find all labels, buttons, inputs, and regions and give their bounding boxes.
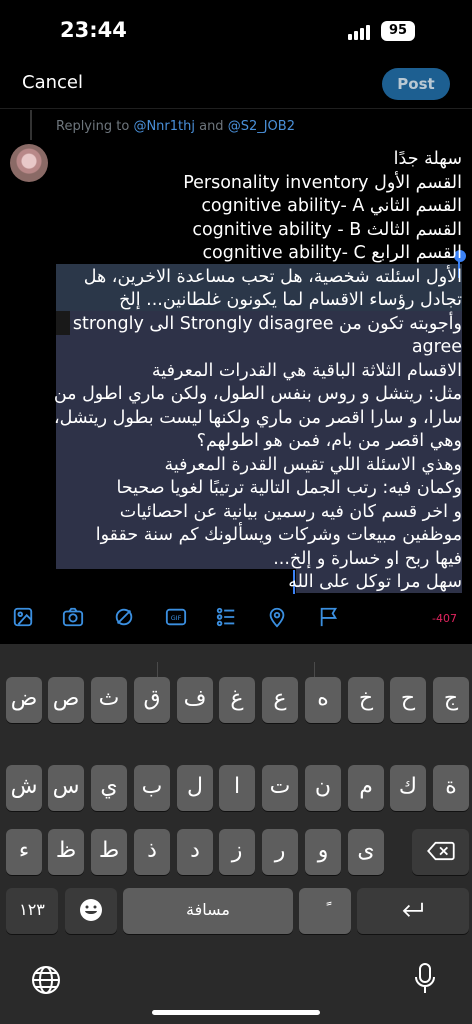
key[interactable]: ظ <box>48 829 84 875</box>
key[interactable]: ص <box>48 677 84 723</box>
key[interactable]: م <box>348 765 384 811</box>
text-line: سهل مرا توكل على الله <box>288 572 462 592</box>
key[interactable]: ج <box>433 677 469 723</box>
backspace-icon <box>426 841 455 861</box>
text-line: وهذي الاسئلة اللي تقيس القدرة المعرفية <box>164 454 462 475</box>
mention-link[interactable]: @S2_JOB2 <box>228 119 295 134</box>
key[interactable]: ب <box>134 765 170 811</box>
key[interactable]: ش <box>6 765 42 811</box>
key[interactable]: ة <box>433 765 469 811</box>
emoji-icon <box>80 899 102 921</box>
text-line: مثل: ريتشل و روس بنفس الطول، ولكن ماري ا… <box>53 384 462 404</box>
poll-icon[interactable] <box>215 606 237 628</box>
key[interactable]: ع <box>262 677 298 723</box>
replying-to: Replying to @Nnr1thj and @S2_JOB2 <box>56 119 295 134</box>
text-line: الأول اسئلته شخصية، هل تحب مساعدة الاخري… <box>83 266 462 287</box>
text-line: وهي اقصر من بام، فمن هو اطولهم؟ <box>196 431 462 451</box>
key[interactable]: د <box>177 829 213 875</box>
header-divider <box>0 108 472 109</box>
key[interactable]: ى <box>348 829 384 875</box>
numbers-key[interactable]: ١٢٣ <box>6 888 58 934</box>
character-count: -407 <box>432 612 457 625</box>
replying-joiner: and <box>194 119 228 134</box>
key[interactable]: و <box>305 829 341 875</box>
text-line: وكمان فيه: رتب الجمل التالية ترتيبًا لغو… <box>116 478 463 498</box>
svg-text:GIF: GIF <box>171 614 182 622</box>
key[interactable]: ف <box>177 677 213 723</box>
emoji-key[interactable] <box>65 888 117 934</box>
key[interactable]: ح <box>390 677 426 723</box>
key[interactable]: س <box>48 765 84 811</box>
text-line: القسم الثالث cognitive ability - B <box>192 219 462 240</box>
text-line: القسم الأول Personality inventory <box>183 172 462 193</box>
return-key[interactable] <box>357 888 469 934</box>
gif-alt-icon[interactable] <box>113 606 135 628</box>
space-key[interactable]: مسافة <box>123 888 293 934</box>
backspace-key[interactable] <box>412 829 469 875</box>
reply-thread-line <box>30 110 32 140</box>
status-time: 23:44 <box>60 18 127 42</box>
text-line: وأجوبته تكون من Strongly disagree الى st… <box>72 313 462 334</box>
key[interactable]: ك <box>390 765 426 811</box>
status-bar: 23:44 95 <box>0 0 472 64</box>
home-indicator[interactable] <box>152 1010 320 1015</box>
text-line: الاقسام الثلاثة الباقية هي القدرات المعر… <box>151 360 462 381</box>
globe-icon[interactable] <box>30 964 62 996</box>
key[interactable]: ق <box>134 677 170 723</box>
key[interactable]: ت <box>262 765 298 811</box>
battery-indicator: 95 <box>381 21 415 41</box>
key[interactable]: ز <box>219 829 255 875</box>
replying-prefix: Replying to <box>56 119 134 134</box>
microphone-icon[interactable] <box>414 962 436 996</box>
avatar[interactable] <box>10 144 48 182</box>
text-line: تجادل رؤساء الاقسام لما يكونون غلطانين..… <box>119 290 462 310</box>
text-line: القسم الرابع cognitive ability- C <box>202 243 462 263</box>
key[interactable]: ه <box>305 677 341 723</box>
tweet-textarea[interactable]: سهلة جدًا القسم الأول Personality invent… <box>53 148 463 595</box>
key[interactable]: خ <box>348 677 384 723</box>
camera-icon[interactable] <box>62 606 84 628</box>
cellular-signal-icon <box>348 24 370 40</box>
mention-link[interactable]: @Nnr1thj <box>133 119 195 134</box>
key[interactable]: ل <box>177 765 213 811</box>
text-line: و اخر قسم كان فيه رسمين بيانية عن احصائي… <box>119 501 462 522</box>
diacritic-key[interactable]: ًً <box>299 888 351 934</box>
return-icon <box>402 902 423 917</box>
key[interactable]: ر <box>262 829 298 875</box>
key[interactable]: ن <box>305 765 341 811</box>
flag-icon[interactable] <box>318 606 340 628</box>
compose-toolbar: GIF <box>0 594 472 642</box>
text-line: agree <box>411 337 462 357</box>
key[interactable]: ض <box>6 677 42 723</box>
key[interactable]: ط <box>91 829 127 875</box>
key[interactable]: ث <box>91 677 127 723</box>
image-icon[interactable] <box>12 606 34 628</box>
text-line: سهلة جدًا <box>393 149 462 169</box>
text-line: فيها ربح او خسارة و إلخ... <box>273 548 462 569</box>
text-line: سارا، و سارا اقصر من ماري ولكنها ليست بط… <box>53 407 462 428</box>
text-line: موظفين مبيعات وشركات ويسألونك كم سنة حقق… <box>95 525 462 545</box>
key[interactable]: ا <box>219 765 255 811</box>
post-button[interactable]: Post <box>382 68 450 100</box>
gif-icon[interactable]: GIF <box>165 606 187 628</box>
text-line: القسم الثاني cognitive ability- A <box>201 196 462 216</box>
location-icon[interactable] <box>266 606 288 628</box>
cancel-button[interactable]: Cancel <box>22 72 83 93</box>
key[interactable]: غ <box>219 677 255 723</box>
key[interactable]: ء <box>6 829 42 875</box>
key[interactable]: ذ <box>134 829 170 875</box>
key[interactable]: ي <box>91 765 127 811</box>
